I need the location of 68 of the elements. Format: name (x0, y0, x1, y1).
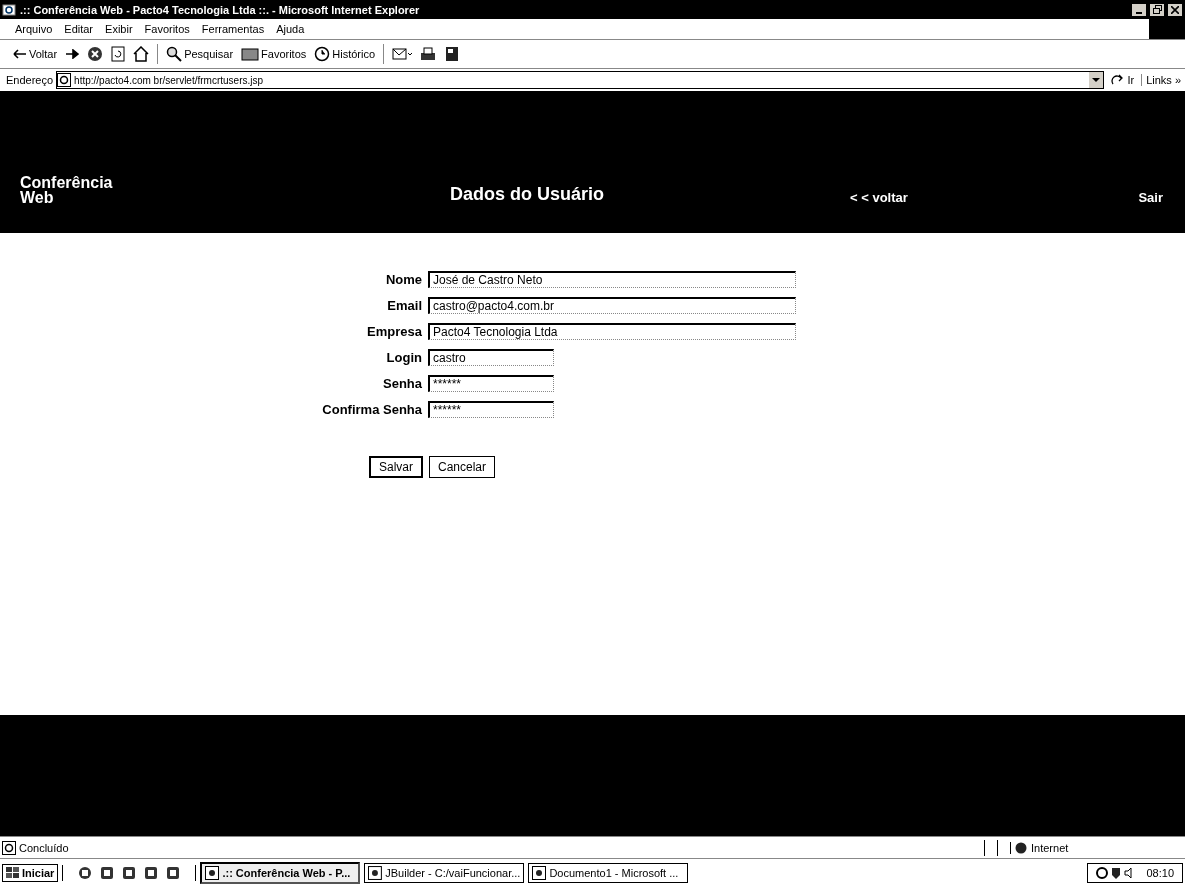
menu-item[interactable]: Ajuda (271, 23, 310, 35)
windows-logo-icon (6, 866, 20, 879)
document-icon (444, 46, 461, 62)
field-label: Email (387, 298, 422, 313)
window-icon (532, 865, 547, 880)
text-field[interactable]: castro@pacto4.com.br (428, 297, 796, 314)
window-icon (368, 865, 383, 880)
left-arrow-icon (13, 49, 27, 59)
menu-item[interactable]: Arquivo (10, 23, 58, 35)
home-icon (133, 46, 150, 62)
address-label: Endereço (6, 74, 54, 86)
search-button[interactable]: Pesquisar (163, 45, 237, 63)
menu-item[interactable]: Exibir (100, 23, 138, 35)
browser-icon (2, 2, 16, 17)
clock-text: 08:10 (1146, 866, 1174, 879)
taskbar-button[interactable]: Documento1 - Microsoft ... (528, 862, 689, 883)
text-field[interactable]: José de Castro Neto (428, 271, 796, 288)
minimize-icon (1136, 11, 1142, 14)
start-button[interactable]: Iniciar (2, 863, 59, 882)
globe-icon (1015, 841, 1027, 854)
menu-item[interactable]: Ferramentas (196, 23, 270, 35)
close-icon (1171, 5, 1179, 14)
quick-launch-icon[interactable] (165, 864, 182, 881)
printer-icon (420, 47, 437, 61)
quick-launch-icon[interactable] (143, 864, 160, 881)
stop-icon (87, 46, 104, 62)
exit-link[interactable]: Sair (1138, 190, 1163, 205)
field-label: Senha (383, 376, 422, 391)
globe-icon (314, 46, 331, 62)
back-button[interactable]: Voltar (10, 47, 61, 61)
maximize-button[interactable] (1149, 2, 1165, 17)
go-button[interactable]: Ir (1107, 74, 1139, 86)
page-icon (57, 73, 72, 87)
taskbar-button[interactable]: JBuilder - C:/vaiFuncionar... (364, 862, 525, 883)
menu-item[interactable]: Favoritos (139, 23, 195, 35)
taskbar-button[interactable]: .:: Conferência Web - P... (200, 861, 361, 884)
form-button[interactable]: Salvar (369, 456, 423, 478)
window-title: .:: Conferência Web - Pacto4 Tecnologia Ltda ::. - Microsoft Internet Explorer (20, 3, 420, 16)
quick-launch-icon[interactable] (121, 864, 138, 881)
status-text: Concluído (19, 841, 69, 854)
restore-icon (1152, 5, 1162, 14)
page-title: Dados do Usuário (450, 184, 606, 205)
refresh-icon (111, 46, 126, 62)
favorites-button[interactable]: Favoritos (238, 46, 310, 62)
folder-icon (241, 47, 260, 61)
form-button[interactable]: Cancelar (429, 456, 496, 478)
site-brand: Conferência Web (20, 175, 114, 205)
back-link[interactable]: < < voltar (850, 190, 1090, 205)
field-label: Empresa (367, 324, 422, 339)
zone-text: Internet (1031, 841, 1069, 854)
field-label: Login (386, 350, 422, 365)
mail-icon (392, 46, 413, 62)
text-field[interactable]: ****** (428, 375, 554, 392)
links-button[interactable]: Links » (1141, 74, 1185, 86)
window-icon (205, 865, 220, 880)
text-field[interactable]: castro (428, 349, 554, 366)
right-arrow-icon (65, 49, 80, 59)
field-label: Confirma Senha (322, 402, 422, 417)
text-field[interactable]: Pacto4 Tecnologia Ltda (428, 323, 796, 340)
minimize-button[interactable] (1131, 2, 1147, 17)
menu-item[interactable]: Editar (59, 23, 99, 35)
quick-launch-icon[interactable] (99, 864, 116, 881)
text-field[interactable]: ****** (428, 401, 554, 418)
close-button[interactable] (1167, 2, 1183, 17)
field-label: Nome (385, 272, 422, 287)
search-icon (166, 46, 183, 62)
history-button[interactable]: Histórico (311, 45, 379, 63)
address-field[interactable]: http://pacto4.com br/servlet/frmcrtusers.jsp (56, 71, 1105, 89)
